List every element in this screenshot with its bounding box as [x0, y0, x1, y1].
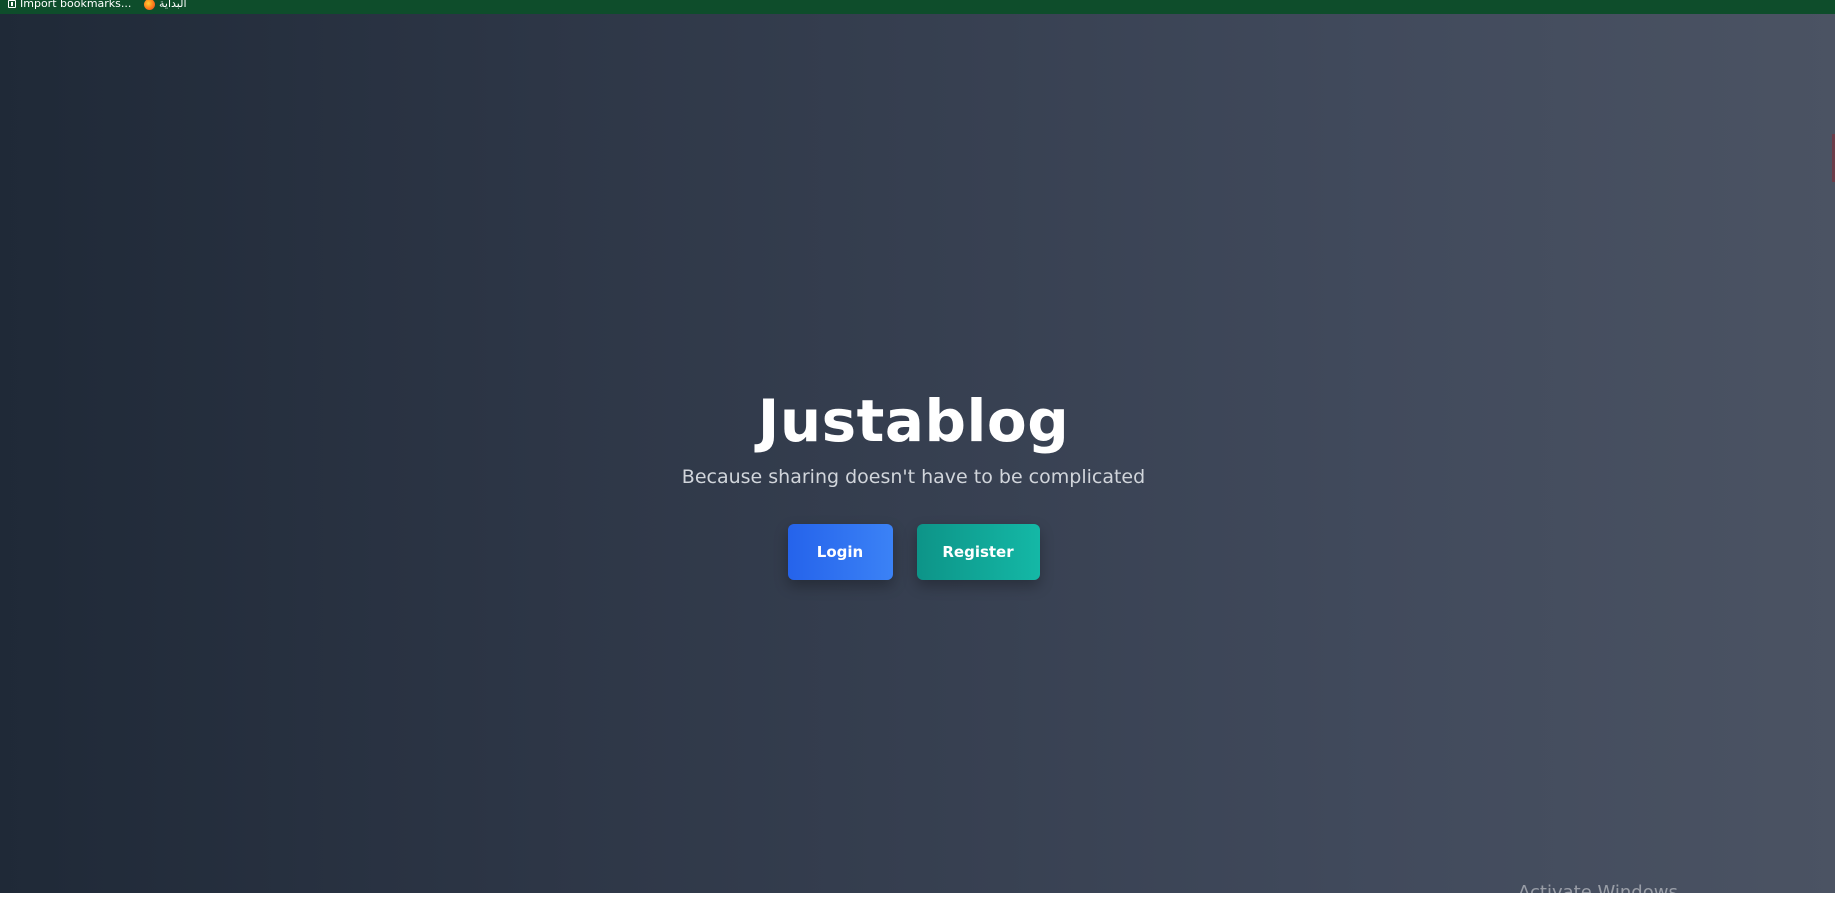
firefox-icon [144, 0, 155, 10]
site-title: Justablog [757, 387, 1070, 455]
bookmarks-bar: Import bookmarks... البداية [0, 0, 1835, 14]
hero-section: Justablog Because sharing doesn't have t… [0, 386, 1827, 580]
site-tagline: Because sharing doesn't have to be compl… [681, 466, 1146, 488]
auth-actions: Login Register [0, 524, 1827, 580]
bookmark-start[interactable]: البداية [144, 0, 187, 11]
import-bookmarks-icon [8, 0, 16, 8]
login-button[interactable]: Login [787, 524, 893, 580]
bookmark-start-label: البداية [159, 0, 187, 10]
register-button[interactable]: Register [916, 524, 1040, 580]
bookmark-import[interactable]: Import bookmarks... [8, 0, 131, 11]
bookmark-import-label: Import bookmarks... [20, 0, 132, 10]
